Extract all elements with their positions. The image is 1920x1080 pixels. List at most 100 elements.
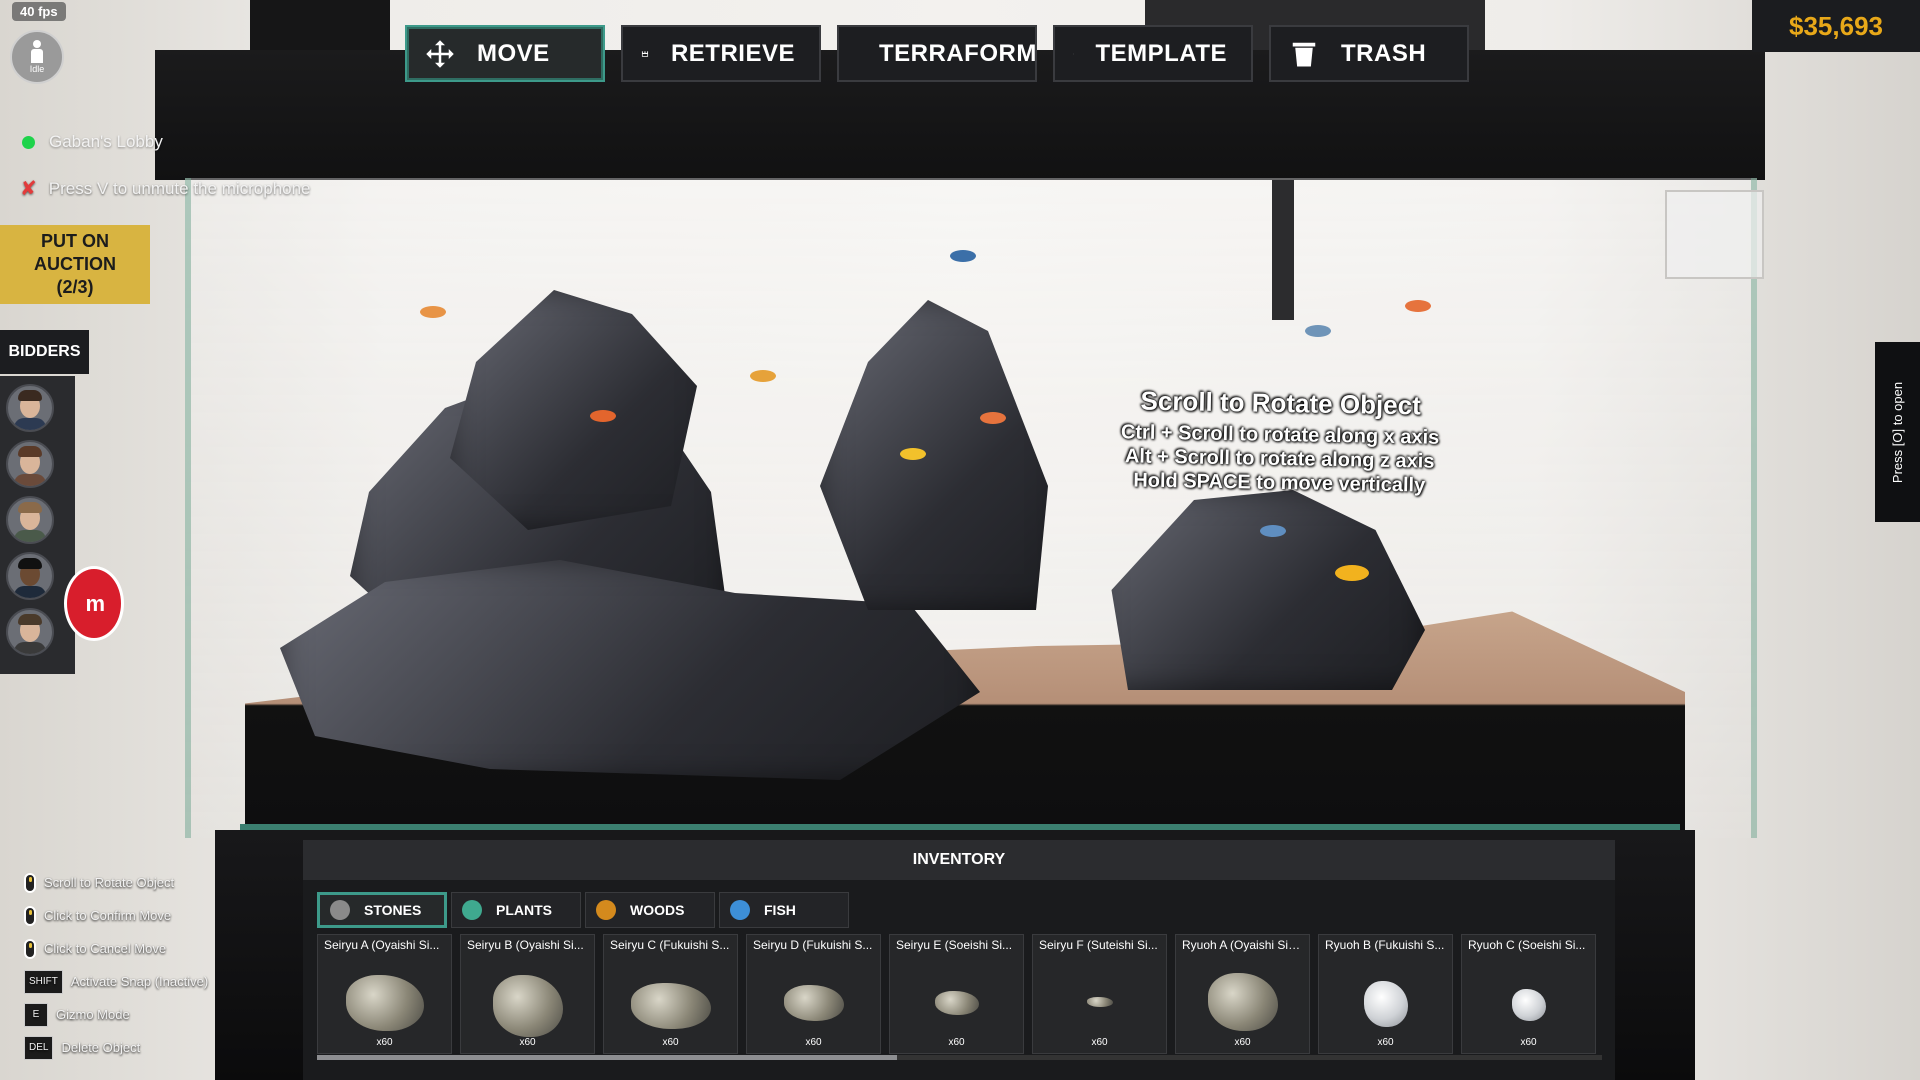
inventory-scrollbar[interactable] — [317, 1055, 1602, 1060]
item-name: Ryuoh C (Soeishi Si... — [1468, 938, 1586, 952]
put-on-auction-label: PUT ON AUCTION (2/3) — [34, 231, 116, 297]
tab-stones[interactable]: STONES — [317, 892, 447, 928]
fish — [750, 370, 776, 382]
move-label: MOVE — [477, 39, 550, 67]
wood-icon — [596, 900, 616, 920]
fish — [950, 250, 976, 262]
fish — [1335, 565, 1369, 581]
stone-thumbnail — [345, 975, 424, 1031]
stone-thumbnail — [1086, 997, 1113, 1007]
scrollbar-thumb[interactable] — [317, 1055, 897, 1060]
tab-label: WOODS — [630, 902, 685, 918]
mouse-scroll-icon — [24, 872, 36, 893]
shortcut-row: DEL Delete Object — [24, 1031, 208, 1064]
bidder-avatar[interactable] — [6, 552, 54, 600]
item-name: Seiryu D (Fukuishi S... — [753, 938, 873, 952]
tab-plants[interactable]: PLANTS — [451, 892, 581, 928]
item-name: Ryuoh B (Fukuishi S... — [1325, 938, 1445, 952]
fish — [590, 410, 616, 422]
side-panel-tab[interactable]: Press [O] to open — [1875, 342, 1920, 522]
del-key-icon: DEL — [24, 1035, 54, 1060]
inventory-item[interactable]: Seiryu F (Suteishi Si... x60 — [1032, 934, 1167, 1054]
fish — [1305, 325, 1331, 337]
shortcut-row: Click to Cancel Move — [24, 932, 208, 965]
filter-pipe — [1272, 180, 1294, 320]
trash-button[interactable]: TRASH — [1269, 25, 1469, 82]
fish — [1260, 525, 1286, 537]
item-name: Seiryu E (Soeishi Si... — [896, 938, 1013, 952]
retrieve-icon — [641, 50, 649, 57]
online-dot-icon — [22, 135, 35, 149]
trash-icon — [1292, 42, 1316, 66]
inventory-items: Seiryu A (Oyaishi Si... x60 Seiryu B (Oya… — [317, 934, 1596, 1054]
money-display: $35,693 — [1752, 0, 1920, 52]
build-toolbar: MOVE RETRIEVE TERRAFORM TEMPLATE TRASH — [405, 25, 1469, 82]
shortcut-list: Scroll to Rotate Object Click to Confirm… — [24, 866, 208, 1064]
mic-hint: Press V to unmute the microphone — [48, 178, 311, 198]
retrieve-button[interactable]: RETRIEVE — [621, 25, 821, 82]
wall-socket — [1665, 190, 1764, 279]
mouse-right-icon — [24, 938, 36, 959]
inventory-item[interactable]: Ryuoh A (Oyaishi Siz... x60 — [1175, 934, 1310, 1054]
bidders-tab[interactable]: BIDDERS — [0, 330, 89, 374]
tab-label: PLANTS — [496, 902, 552, 918]
inventory-title: INVENTORY — [303, 840, 1615, 880]
rotate-hint: Scroll to Rotate Object Ctrl + Scroll to… — [1059, 384, 1501, 499]
inventory-panel: INVENTORY STONES PLANTS WOODS FISH Seiry… — [303, 840, 1615, 1080]
stone-thumbnail — [934, 991, 979, 1015]
shortcut-row: Click to Confirm Move — [24, 899, 208, 932]
bidder-avatar[interactable] — [6, 496, 54, 544]
inventory-tabs: STONES PLANTS WOODS FISH — [317, 892, 853, 928]
player-status-avatar: Idle — [10, 30, 64, 84]
plant-icon — [462, 900, 482, 920]
bidders-list — [0, 376, 75, 674]
player-status-label: Idle — [29, 64, 45, 74]
inventory-item[interactable]: Ryuoh B (Fukuishi S... x60 — [1318, 934, 1453, 1054]
inventory-item[interactable]: Seiryu D (Fukuishi S... x60 — [746, 934, 881, 1054]
shortcut-label: Scroll to Rotate Object — [44, 875, 175, 890]
shortcut-row: Scroll to Rotate Object — [24, 866, 208, 899]
stone-thumbnail — [1207, 973, 1278, 1031]
fps-counter: 40 fps — [12, 2, 66, 21]
item-qty: x60 — [376, 1037, 393, 1048]
tab-label: FISH — [764, 902, 796, 918]
item-name: Ryuoh A (Oyaishi Siz... — [1182, 938, 1305, 952]
bidder-avatar[interactable] — [6, 608, 54, 656]
shift-key-icon: SHIFT — [24, 969, 63, 994]
shortcut-label: Click to Cancel Move — [44, 941, 167, 956]
shortcut-row: SHIFT Activate Snap (Inactive) — [24, 965, 208, 998]
stone-thumbnail — [1511, 989, 1546, 1021]
rotate-hint-title: Scroll to Rotate Object — [1140, 385, 1422, 421]
bidder-avatar[interactable] — [6, 384, 54, 432]
item-name: Seiryu A (Oyaishi Si... — [324, 938, 440, 952]
inventory-item[interactable]: Seiryu A (Oyaishi Si... x60 — [317, 934, 452, 1054]
bidder-avatar[interactable] — [6, 440, 54, 488]
shortcut-label: Activate Snap (Inactive) — [70, 974, 209, 989]
tab-label: STONES — [364, 902, 422, 918]
template-button[interactable]: TEMPLATE — [1053, 25, 1253, 82]
move-button[interactable]: MOVE — [405, 25, 605, 82]
item-qty: x60 — [1520, 1037, 1537, 1048]
mic-muted-icon: ✘ — [20, 178, 37, 200]
template-label: TEMPLATE — [1095, 39, 1227, 67]
inventory-item[interactable]: Seiryu C (Fukuishi S... x60 — [603, 934, 738, 1054]
notification-badge[interactable]: m — [64, 566, 124, 641]
inventory-item[interactable]: Seiryu E (Soeishi Si... x60 — [889, 934, 1024, 1054]
put-on-auction-button[interactable]: PUT ON AUCTION (2/3) — [0, 225, 150, 304]
tab-fish[interactable]: FISH — [719, 892, 849, 928]
stone-thumbnail — [630, 983, 711, 1029]
trash-label: TRASH — [1341, 39, 1427, 67]
person-icon — [30, 40, 44, 64]
inventory-item[interactable]: Seiryu B (Oyaishi Si... x60 — [460, 934, 595, 1054]
item-qty: x60 — [805, 1037, 822, 1048]
mouse-left-icon — [24, 905, 36, 926]
tab-woods[interactable]: WOODS — [585, 892, 715, 928]
fish — [420, 306, 446, 318]
item-qty: x60 — [1091, 1037, 1108, 1048]
fish — [900, 448, 926, 460]
inventory-item[interactable]: Ryuoh C (Soeishi Si... x60 — [1461, 934, 1596, 1054]
retrieve-label: RETRIEVE — [670, 39, 795, 67]
stone-thumbnail — [783, 985, 844, 1021]
terraform-button[interactable]: TERRAFORM — [837, 25, 1037, 82]
lobby-status: Gaban's Lobby — [22, 132, 163, 152]
